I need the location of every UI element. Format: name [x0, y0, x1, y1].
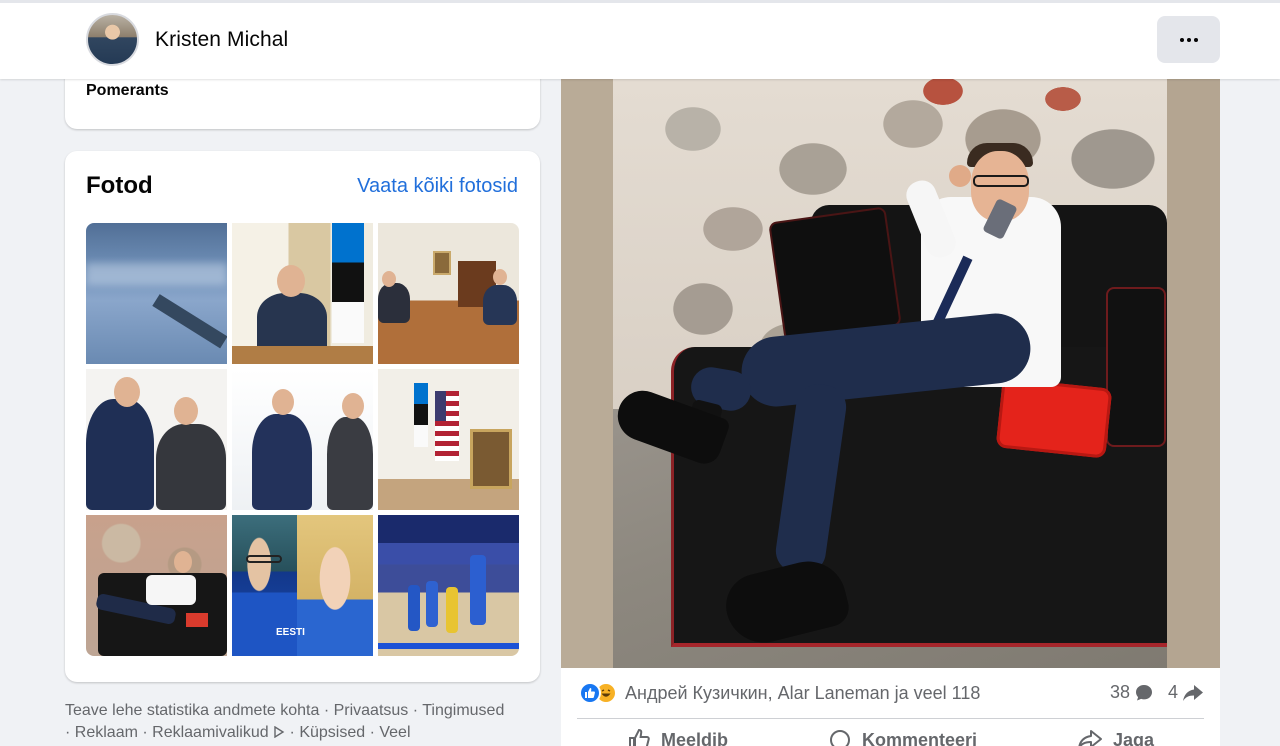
- photo-thumb-two-men[interactable]: [232, 369, 373, 510]
- intro-text[interactable]: Pomerants: [86, 82, 169, 100]
- like-button-label: Meeldib: [660, 729, 728, 746]
- profile-avatar[interactable]: [86, 13, 139, 66]
- footer-separator: ·: [319, 702, 334, 719]
- see-all-photos-link[interactable]: Vaata kõiki fotosid: [357, 175, 518, 198]
- comments-count-value: 38: [1109, 682, 1130, 702]
- footer-separator: ·: [65, 724, 75, 741]
- footer-link-statistics[interactable]: Teave lehe statistika andmete kohta: [65, 702, 319, 719]
- photo-thumb-airplane-wing[interactable]: [86, 223, 227, 364]
- photos-card: Fotod Vaata kõiki fotosid EESTI: [65, 151, 540, 682]
- reactions-summary[interactable]: Андрей Кузичкин, Alar Laneman ja veel 11…: [579, 682, 980, 704]
- photos-grid: EESTI: [86, 223, 519, 656]
- like-icon: [628, 728, 650, 746]
- share-button[interactable]: Jaga: [1077, 728, 1154, 746]
- post-photo[interactable]: [561, 79, 1220, 668]
- photo-thumb-handshake[interactable]: [86, 369, 227, 510]
- like-reaction-icon: [579, 682, 601, 704]
- comment-button[interactable]: Kommenteeri: [828, 728, 977, 746]
- footer-link-privacy[interactable]: Privaatsus: [334, 702, 409, 719]
- footer-link-terms[interactable]: Tingimused: [422, 702, 504, 719]
- engagement-counts: 38 4: [1110, 682, 1204, 703]
- post-footer-divider: [577, 718, 1204, 719]
- thumb-caption: EESTI: [276, 627, 305, 638]
- share-arrow-icon: [1183, 684, 1203, 701]
- more-horizontal-icon: [1179, 37, 1184, 42]
- more-dot: [1193, 37, 1198, 42]
- footer-separator: ·: [408, 702, 423, 719]
- page-footer-links: Teave lehe statistika andmete kohta · Pr…: [65, 700, 545, 744]
- comment-icon: [829, 730, 850, 746]
- photo-thumb-selfie[interactable]: EESTI: [232, 515, 373, 656]
- share-button-label: Jaga: [1112, 729, 1154, 746]
- profile-name[interactable]: Kristen Michal: [155, 28, 288, 52]
- comment-bubble-icon: [1135, 684, 1152, 700]
- post-actions: Meeldib Kommenteeri Jaga: [577, 728, 1204, 746]
- footer-link-ad-choices-label: Reklaamivalikud: [152, 724, 269, 741]
- more-options-button[interactable]: [1157, 16, 1220, 63]
- profile-header: Kristen Michal: [0, 0, 1280, 79]
- footer-link-advertising[interactable]: Reklaam: [75, 724, 138, 741]
- reaction-names: Андрей Кузичкин, Alar Laneman ja veel 11…: [625, 682, 981, 703]
- share-icon: [1078, 730, 1102, 746]
- photos-title: Fotod: [86, 172, 153, 199]
- more-dot: [1186, 37, 1191, 42]
- shares-count[interactable]: 4: [1168, 682, 1204, 703]
- footer-separator: ·: [137, 724, 153, 741]
- photo-thumb-sofa[interactable]: [86, 515, 227, 656]
- post-footer: Андрей Кузичкин, Alar Laneman ja veel 11…: [561, 668, 1220, 746]
- shares-count-value: 4: [1167, 682, 1178, 702]
- photo-thumb-basketball[interactable]: [378, 515, 519, 656]
- footer-link-more[interactable]: Veel: [379, 724, 410, 741]
- like-button[interactable]: Meeldib: [627, 728, 728, 746]
- footer-link-cookies[interactable]: Küpsised: [299, 724, 365, 741]
- photo-thumb-office-desk[interactable]: [232, 223, 373, 364]
- comment-button-label: Kommenteeri: [861, 729, 977, 746]
- ad-choices-icon: [274, 726, 285, 738]
- footer-separator: ·: [365, 724, 380, 741]
- comments-count[interactable]: 38: [1110, 682, 1154, 703]
- photo-thumb-meeting-table[interactable]: [378, 223, 519, 364]
- footer-separator: ·: [285, 724, 300, 741]
- footer-link-ad-choices[interactable]: Reklaamivalikud: [152, 724, 285, 741]
- photo-thumb-flags[interactable]: [378, 369, 519, 510]
